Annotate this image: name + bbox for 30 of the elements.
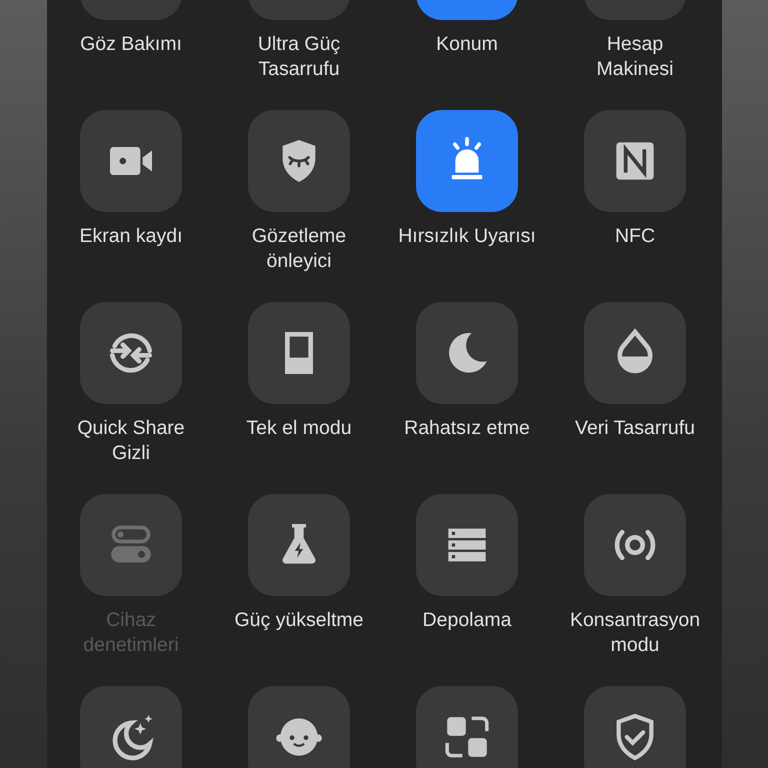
quick-settings-tile[interactable] [416, 686, 518, 768]
tile-label: Ekran kaydı [78, 224, 184, 249]
quick-settings-tile[interactable] [416, 494, 518, 596]
quick-settings-tile[interactable] [80, 302, 182, 404]
tile-label: Gözetleme önleyici [250, 224, 348, 274]
tile-label: Depolama [422, 608, 512, 633]
tile-label: Rahatsız etme [403, 416, 531, 441]
quick-settings-tile[interactable] [248, 302, 350, 404]
quick-settings-tile[interactable] [416, 302, 518, 404]
quick-settings-tile[interactable] [416, 110, 518, 212]
tile-label: Tek el modu [245, 416, 353, 441]
tile-label: NFC [614, 224, 656, 249]
quick-settings-tile[interactable] [584, 302, 686, 404]
tile-label: Veri Tasarrufu [574, 416, 696, 441]
quick-settings-tile[interactable] [584, 494, 686, 596]
quick-settings-tile[interactable] [248, 110, 350, 212]
tile-label: Hırsızlık Uyarısı [397, 224, 537, 249]
tile-label: Konum [435, 32, 499, 57]
tile-label: Hesap Makinesi [596, 32, 674, 82]
tile-label: Ultra Güç Tasarrufu [256, 32, 342, 82]
quick-settings-tile[interactable] [584, 686, 686, 768]
quick-settings-tile[interactable] [80, 110, 182, 212]
tile-label: Konsantrasyon modu [568, 608, 702, 658]
quick-settings-tile[interactable] [584, 110, 686, 212]
quick-settings-tile[interactable] [248, 494, 350, 596]
tile-label: Göz Bakımı [79, 32, 183, 57]
tile-label: Quick Share Gizli [76, 416, 186, 466]
quick-settings-tile[interactable] [248, 686, 350, 768]
tile-label: Güç yükseltme [234, 608, 364, 633]
quick-settings-tile[interactable] [80, 686, 182, 768]
